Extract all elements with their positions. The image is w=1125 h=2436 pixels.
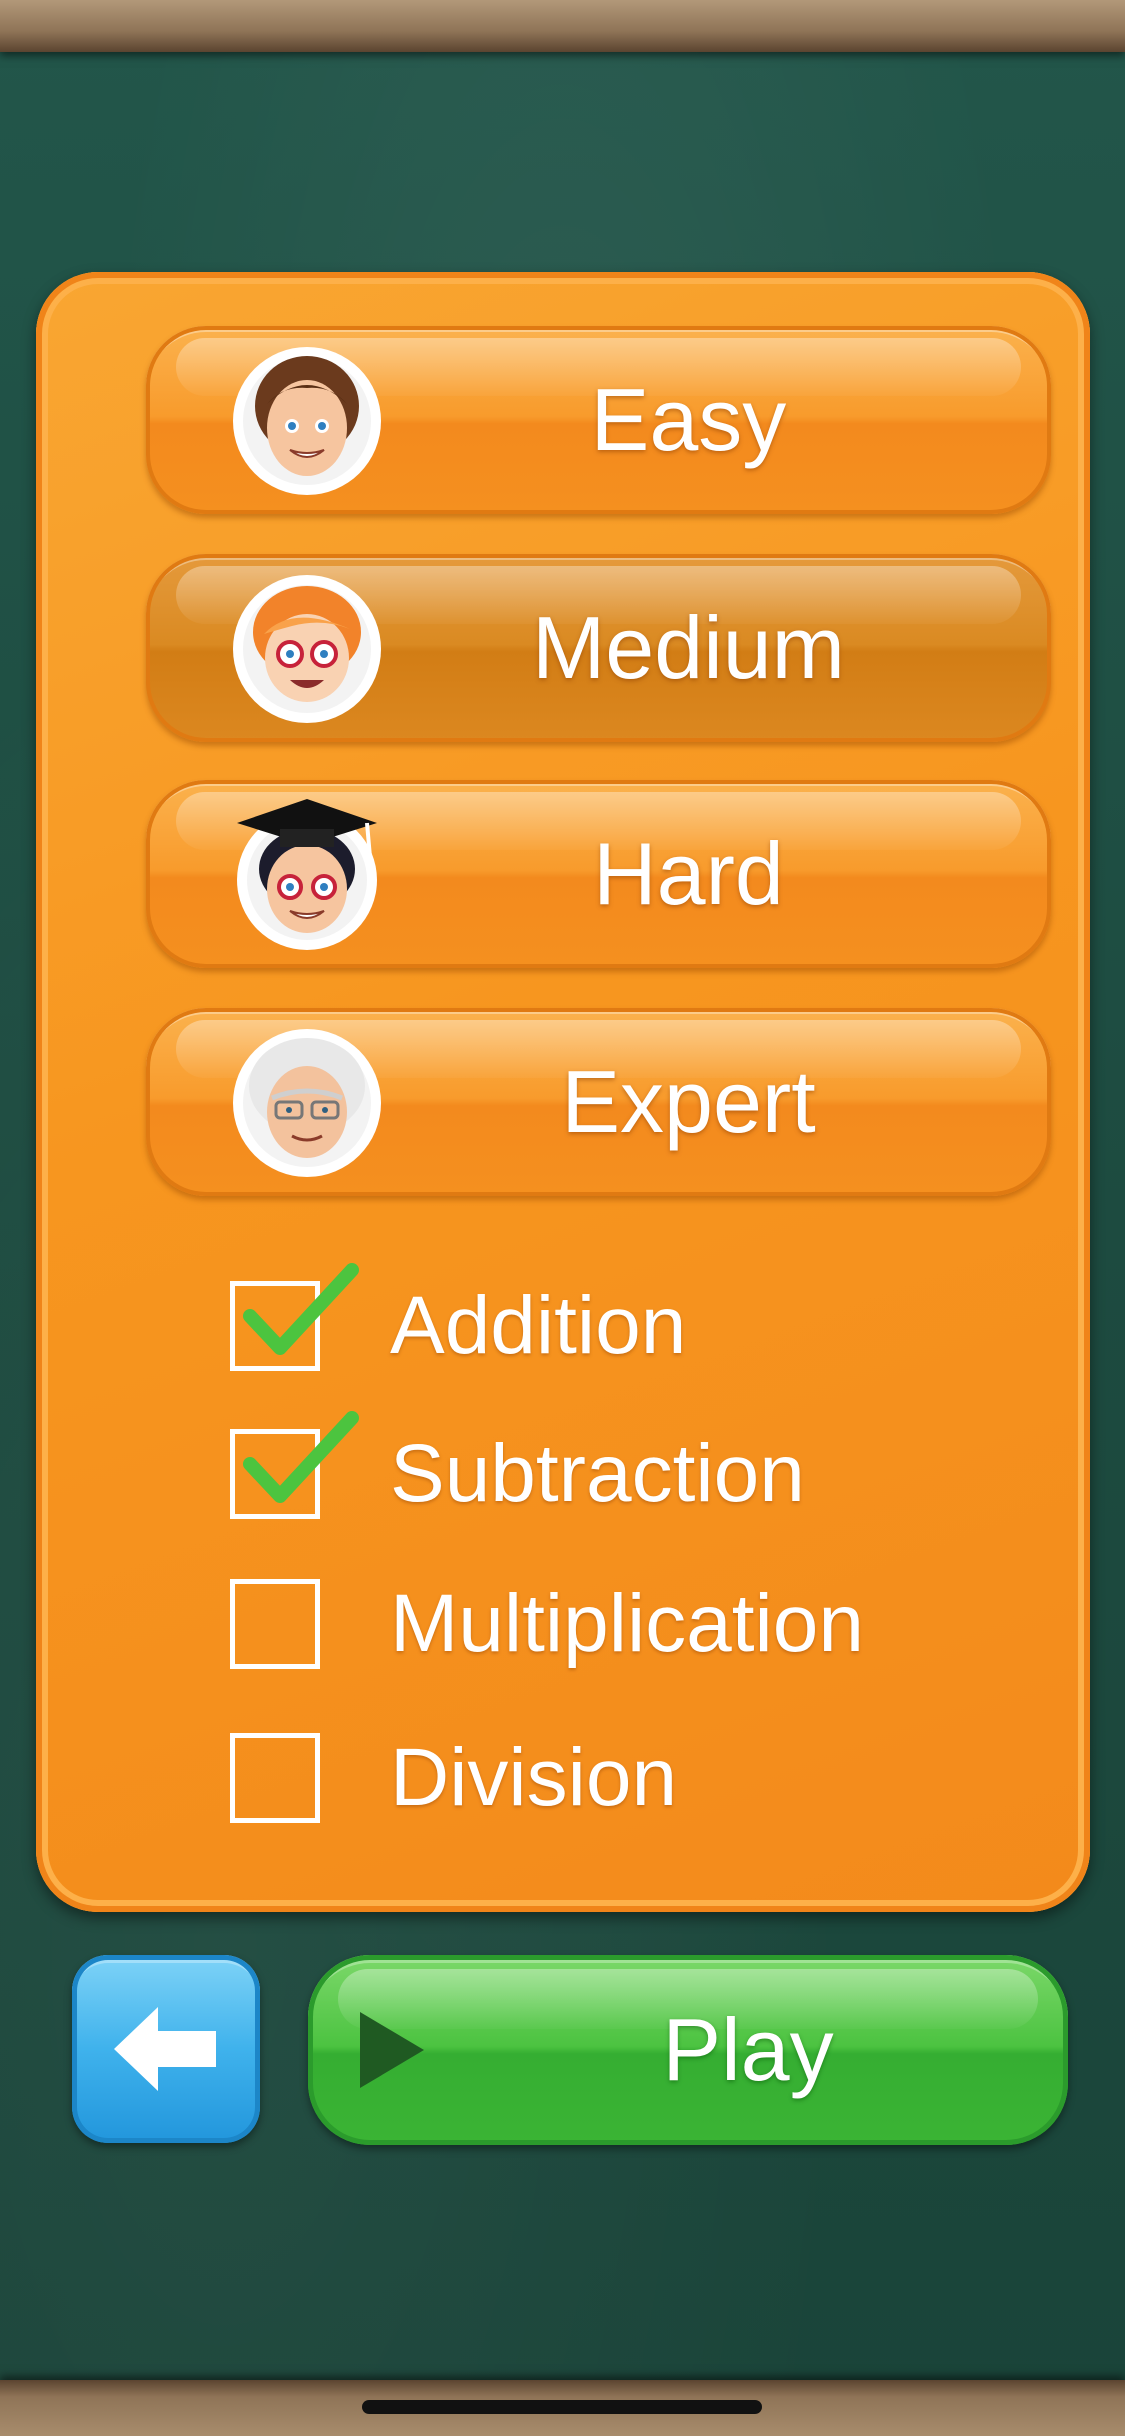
multiplication-checkbox[interactable] [230, 1579, 320, 1669]
level-button-expert[interactable]: Expert [146, 1008, 1051, 1196]
level-label-easy: Easy [590, 370, 787, 469]
operation-row-subtraction[interactable]: Subtraction [230, 1411, 1050, 1524]
wooden-frame-top [0, 0, 1125, 52]
play-triangle-icon [360, 2012, 424, 2088]
operation-label-addition: Addition [390, 1280, 687, 1371]
operation-row-division[interactable]: Division [230, 1728, 1050, 1828]
division-checkbox[interactable] [230, 1733, 320, 1823]
level-label-medium: Medium [532, 598, 845, 697]
back-button[interactable] [72, 1955, 260, 2143]
level-button-easy[interactable]: Easy [146, 326, 1051, 514]
operation-label-multiplication: Multiplication [390, 1578, 864, 1669]
operation-label-subtraction: Subtraction [390, 1428, 805, 1519]
operation-row-multiplication[interactable]: Multiplication [230, 1574, 1050, 1674]
operation-label-division: Division [390, 1732, 678, 1823]
level-button-hard[interactable]: Hard [146, 780, 1051, 968]
play-label: Play [662, 2000, 834, 2099]
green-check-icon [243, 1411, 359, 1503]
operation-row-addition[interactable]: Addition [230, 1263, 1050, 1376]
level-label-hard: Hard [593, 824, 784, 923]
arrow-left-icon [114, 2007, 216, 2091]
play-button[interactable]: Play [308, 1955, 1068, 2145]
level-label-expert: Expert [561, 1052, 816, 1151]
settings-panel: Easy Medium Hard Expert Addition Subtrac… [36, 272, 1090, 1912]
home-indicator[interactable] [362, 2400, 762, 2414]
green-check-icon [243, 1263, 359, 1355]
level-button-medium[interactable]: Medium [146, 554, 1051, 742]
